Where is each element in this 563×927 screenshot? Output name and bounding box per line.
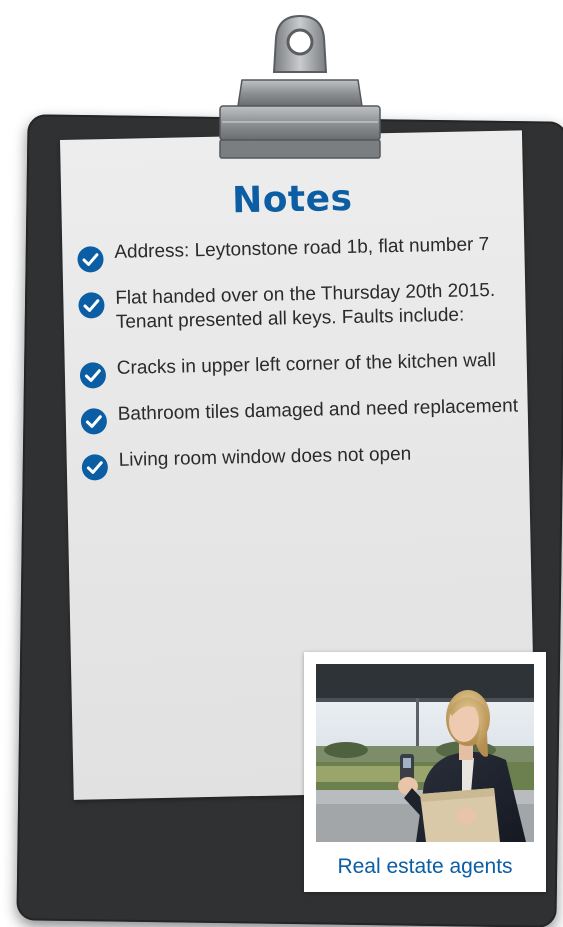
check-circle-icon	[78, 292, 105, 319]
list-item-text: Bathroom tiles damaged and need replacem…	[117, 395, 519, 425]
list-item: Cracks in upper left corner of the kitch…	[79, 348, 519, 389]
check-circle-icon	[77, 246, 104, 273]
list-item: Flat handed over on the Thursday 20th 20…	[77, 278, 518, 335]
check-circle-icon	[80, 408, 107, 435]
check-circle-icon	[79, 362, 106, 389]
list-item-text: Cracks in upper left corner of the kitch…	[116, 349, 497, 379]
list-item-text: Living room window does not open	[118, 443, 412, 471]
list-item: Address: Leytonstone road 1b, flat numbe…	[76, 232, 516, 273]
list-item: Living room window does not open	[80, 440, 520, 481]
photo-caption-link[interactable]: Real estate agents	[304, 855, 546, 879]
check-circle-icon	[81, 454, 108, 481]
clipboard-clip-icon	[219, 14, 381, 159]
list-item-text: Address: Leytonstone road 1b, flat numbe…	[114, 234, 490, 263]
page-title: Notes	[231, 177, 353, 222]
notes-list: Address: Leytonstone road 1b, flat numbe…	[76, 232, 521, 495]
list-item-text: Flat handed over on the Thursday 20th 20…	[115, 279, 496, 333]
photo-card[interactable]: Real estate agents	[304, 652, 546, 892]
woman-holding-dictation-device-photo	[316, 664, 534, 842]
list-item: Bathroom tiles damaged and need replacem…	[80, 394, 520, 435]
